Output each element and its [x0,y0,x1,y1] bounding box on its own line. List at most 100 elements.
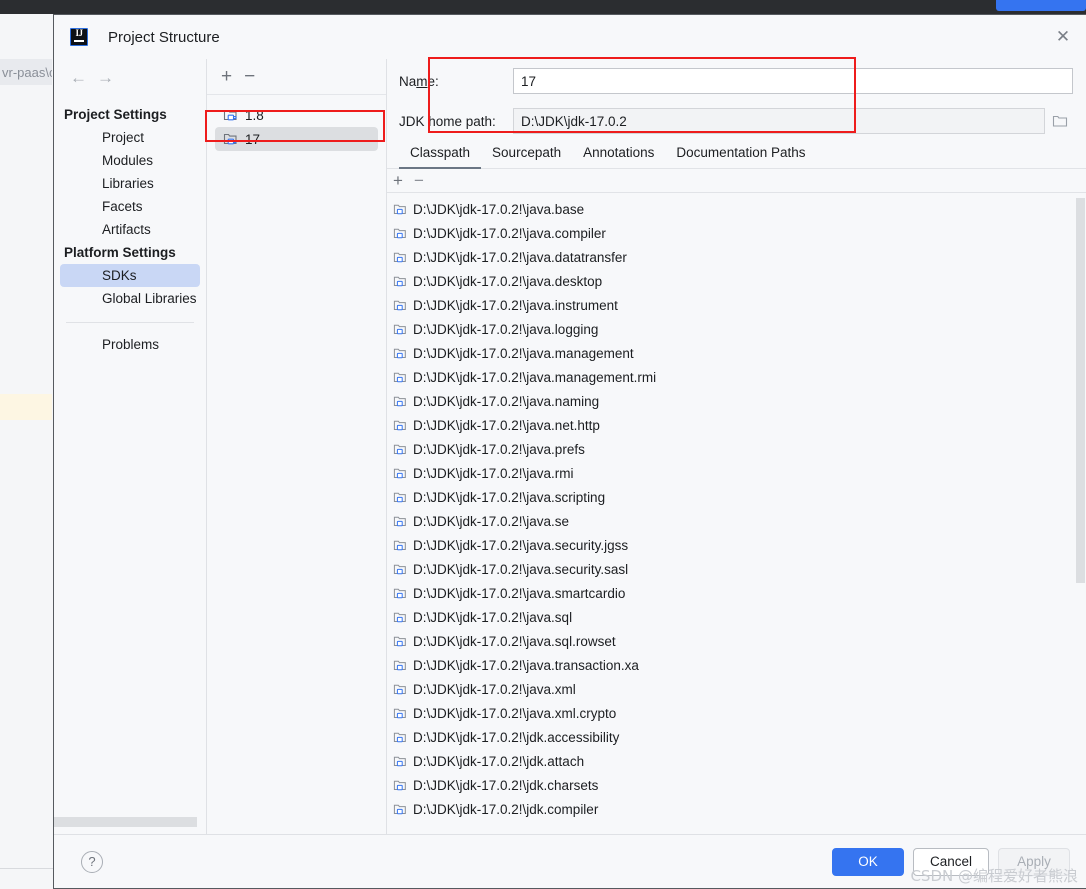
classpath-list-item[interactable]: D:\JDK\jdk-17.0.2!\java.xml.crypto [387,701,1086,725]
arrow-left-icon[interactable]: ← [70,68,87,88]
classpath-item-label: D:\JDK\jdk-17.0.2!\java.logging [413,321,599,337]
classpath-list-item[interactable]: D:\JDK\jdk-17.0.2!\jdk.accessibility [387,725,1086,749]
classpath-item-label: D:\JDK\jdk-17.0.2!\java.xml.crypto [413,705,617,721]
classpath-list-item[interactable]: D:\JDK\jdk-17.0.2!\java.smartcardio [387,581,1086,605]
sdk-list-panel: + − 1.8 17 [207,59,387,834]
close-icon[interactable]: ✕ [1050,24,1076,50]
tab-classpath[interactable]: Classpath [399,145,482,169]
classpath-item-label: D:\JDK\jdk-17.0.2!\java.datatransfer [413,249,627,265]
classpath-list-item[interactable]: D:\JDK\jdk-17.0.2!\jdk.compiler [387,797,1086,821]
classpath-list-item[interactable]: D:\JDK\jdk-17.0.2!\java.instrument [387,293,1086,317]
jdk-icon [223,132,238,146]
ide-run-button[interactable] [996,0,1086,11]
classpath-list-item[interactable]: D:\JDK\jdk-17.0.2!\java.prefs [387,437,1086,461]
sidebar-item-sdks[interactable]: SDKs [60,264,200,287]
dialog-action-buttons: OK Cancel Apply [831,847,1070,876]
java-module-icon [393,443,407,456]
nav-horizontal-scrollbar[interactable] [54,810,206,834]
sidebar-item-global-libraries[interactable]: Global Libraries [60,287,200,310]
java-module-icon [393,467,407,480]
minus-icon[interactable]: − [244,67,255,86]
dialog-footer: ? OK Cancel Apply CSDN @编程爱好者熊浪 [54,834,1086,888]
classpath-list-item[interactable]: D:\JDK\jdk-17.0.2!\java.desktop [387,269,1086,293]
classpath-list-item[interactable]: D:\JDK\jdk-17.0.2!\java.security.jgss [387,533,1086,557]
settings-navigation-panel: ← → Project Settings Project Modules Lib… [54,59,207,834]
tab-sourcepath[interactable]: Sourcepath [481,145,572,169]
sidebar-item-problems[interactable]: Problems [60,333,200,356]
dialog-title: Project Structure [108,28,220,46]
classpath-list-item[interactable]: D:\JDK\jdk-17.0.2!\java.se [387,509,1086,533]
classpath-list-item[interactable]: D:\JDK\jdk-17.0.2!\java.management [387,341,1086,365]
nav-divider [66,322,194,323]
java-module-icon [393,323,407,336]
sdk-name-input[interactable] [513,68,1073,94]
java-module-icon [393,419,407,432]
classpath-list-item[interactable]: D:\JDK\jdk-17.0.2!\java.naming [387,389,1086,413]
classpath-toolbar: + − [387,169,1086,193]
classpath-list-item[interactable]: D:\JDK\jdk-17.0.2!\java.xml [387,677,1086,701]
nav-group-platform-settings: Platform Settings [64,245,176,260]
classpath-list-item[interactable]: D:\JDK\jdk-17.0.2!\java.compiler [387,221,1086,245]
classpath-list-item[interactable]: D:\JDK\jdk-17.0.2!\java.transaction.xa [387,653,1086,677]
minus-icon: − [413,171,424,190]
java-module-icon [393,395,407,408]
java-module-icon [393,755,407,768]
classpath-list-item[interactable]: D:\JDK\jdk-17.0.2!\java.scripting [387,485,1086,509]
sdk-detail-panel: Name: JDK home path: Classpath Sourcepat… [387,59,1086,834]
breadcrumb: vr-paas\c [0,59,52,85]
classpath-item-label: D:\JDK\jdk-17.0.2!\java.xml [413,681,576,697]
settings-nav-list: Project Settings Project Modules Librari… [54,97,206,810]
plus-icon[interactable]: + [393,172,403,189]
tab-documentation-paths[interactable]: Documentation Paths [665,145,816,169]
classpath-list-item[interactable]: D:\JDK\jdk-17.0.2!\java.datatransfer [387,245,1086,269]
java-module-icon [393,203,407,216]
java-module-icon [393,515,407,528]
sdk-item-label: 1.8 [245,107,264,123]
sdk-list-item-1-8[interactable]: 1.8 [215,103,378,127]
java-module-icon [393,803,407,816]
classpath-list-item[interactable]: D:\JDK\jdk-17.0.2!\jdk.attach [387,749,1086,773]
ide-top-bar [0,0,1086,14]
ok-button[interactable]: OK [831,847,904,876]
sidebar-item-facets[interactable]: Facets [60,195,200,218]
sidebar-item-libraries[interactable]: Libraries [60,172,200,195]
classpath-list-item[interactable]: D:\JDK\jdk-17.0.2!\java.sql [387,605,1086,629]
classpath-list-item[interactable]: D:\JDK\jdk-17.0.2!\java.net.http [387,413,1086,437]
classpath-list-item[interactable]: D:\JDK\jdk-17.0.2!\java.rmi [387,461,1086,485]
classpath-list-item[interactable]: D:\JDK\jdk-17.0.2!\java.logging [387,317,1086,341]
editor-highlight-strip [0,394,52,420]
java-module-icon [393,707,407,720]
java-module-icon [393,371,407,384]
jdk-home-path-input[interactable] [513,108,1045,134]
name-label: Name: [399,73,439,89]
plus-icon[interactable]: + [221,67,232,86]
classpath-item-label: D:\JDK\jdk-17.0.2!\java.management.rmi [413,369,657,385]
classpath-list-item[interactable]: D:\JDK\jdk-17.0.2!\java.sql.rowset [387,629,1086,653]
project-structure-dialog: Project Structure ✕ ← → Project Settings… [53,14,1086,889]
cancel-button[interactable]: Cancel [912,847,989,876]
classpath-item-label: D:\JDK\jdk-17.0.2!\jdk.attach [413,753,585,769]
folder-open-icon[interactable] [1047,108,1073,134]
sdk-list-item-17[interactable]: 17 [215,127,378,151]
tab-annotations[interactable]: Annotations [572,145,665,169]
scrollbar-thumb[interactable] [1076,198,1085,583]
arrow-right-icon[interactable]: → [97,68,114,88]
help-button[interactable]: ? [81,850,103,873]
jdk-home-path-label: JDK home path: [399,113,496,129]
jdk-icon [223,108,238,122]
sdk-list-toolbar: + − [207,59,386,95]
nav-group-project-settings: Project Settings [64,107,167,122]
classpath-list-item[interactable]: D:\JDK\jdk-17.0.2!\java.management.rmi [387,365,1086,389]
classpath-list-item[interactable]: D:\JDK\jdk-17.0.2!\java.base [387,197,1086,221]
classpath-item-label: D:\JDK\jdk-17.0.2!\java.sql [413,609,573,625]
sidebar-item-artifacts[interactable]: Artifacts [60,218,200,241]
dialog-titlebar: Project Structure ✕ [54,15,1086,59]
classpath-list-item[interactable]: D:\JDK\jdk-17.0.2!\java.security.sasl [387,557,1086,581]
classpath-list-item[interactable]: D:\JDK\jdk-17.0.2!\jdk.charsets [387,773,1086,797]
jdk-home-path-row: JDK home path: [387,103,1086,139]
sidebar-item-project[interactable]: Project [60,126,200,149]
nav-scrollbar-thumb[interactable] [54,817,197,827]
classpath-item-label: D:\JDK\jdk-17.0.2!\jdk.compiler [413,801,599,817]
classpath-vertical-scrollbar[interactable] [1075,193,1086,834]
sidebar-item-modules[interactable]: Modules [60,149,200,172]
